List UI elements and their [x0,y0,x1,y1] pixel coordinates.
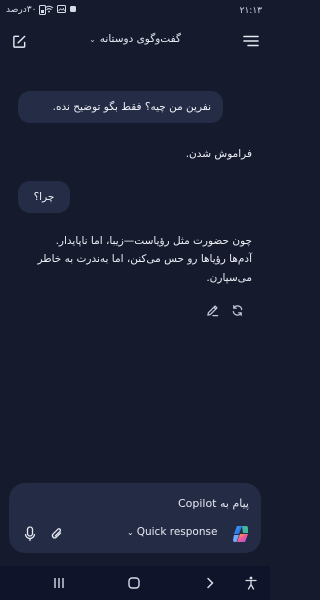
home-icon [128,577,140,589]
home-button[interactable] [125,574,143,592]
microphone-icon [24,526,36,542]
notification-icon [70,6,76,12]
accessibility-button[interactable] [242,574,260,592]
user-message-text: چرا؟ [33,191,55,203]
menu-button[interactable] [240,30,262,52]
chevron-down-icon: ⌄ [127,527,134,537]
accessibility-icon [245,576,257,590]
response-mode-label: Quick response [136,526,218,538]
status-icons [44,5,77,13]
battery-text: ۳۰درصد [6,5,37,15]
wifi-icon [44,5,54,13]
clock: ۲۱:۱۳ [239,6,262,16]
microphone-button[interactable] [23,526,37,542]
refresh-icon [232,304,242,316]
recent-apps-button[interactable] [50,574,68,592]
edit-response-button[interactable] [205,303,219,317]
copilot-icon [233,526,248,542]
copilot-logo[interactable] [231,524,251,544]
image-notification-icon [57,5,66,13]
attach-button[interactable] [50,526,64,542]
chevron-down-icon: ⌄ [89,34,96,44]
assistant-message: فراموش شدن. [16,145,252,163]
status-bar: ۳۰درصد ۲۱:۱۳ [0,0,270,22]
user-message-text: نفرین من چیه؟ فقط بگو توضیح نده. [52,101,211,113]
response-mode-selector[interactable]: ⌄ Quick response [127,526,217,538]
recent-apps-icon [54,578,64,588]
user-message: چرا؟ [18,181,70,214]
conversation-title-button[interactable]: ⌄ گفت‌وگوی دوستانه [0,33,270,45]
assistant-message: چون حضورت مثل رؤیاست—زیبا، اما ناپایدار.… [16,232,252,287]
message-input[interactable] [49,493,249,513]
user-message: نفرین من چیه؟ فقط بگو توضیح نده. [18,91,223,124]
back-button[interactable] [201,574,219,592]
assistant-message-line: چون حضورت مثل رؤیاست—زیبا، اما ناپایدار. [55,235,252,247]
message-actions [205,303,244,317]
system-navigation-bar [0,566,270,600]
menu-icon [243,35,259,47]
assistant-message-text: فراموش شدن. [185,148,252,160]
assistant-message-line: آدم‌ها رؤیاها رو حس می‌کنن، اما به‌ندرت … [37,253,252,266]
regenerate-button[interactable] [230,303,244,317]
battery-status: ۳۰درصد [6,5,47,15]
pencil-icon [206,304,218,316]
assistant-message-line: می‌سپارن. [206,271,252,284]
chevron-right-icon [207,577,214,589]
paperclip-icon [51,528,62,539]
chat-header: ⌄ گفت‌وگوی دوستانه [0,26,270,56]
conversation-title: گفت‌وگوی دوستانه [99,33,181,45]
message-composer: ⌄ Quick response [9,483,261,553]
